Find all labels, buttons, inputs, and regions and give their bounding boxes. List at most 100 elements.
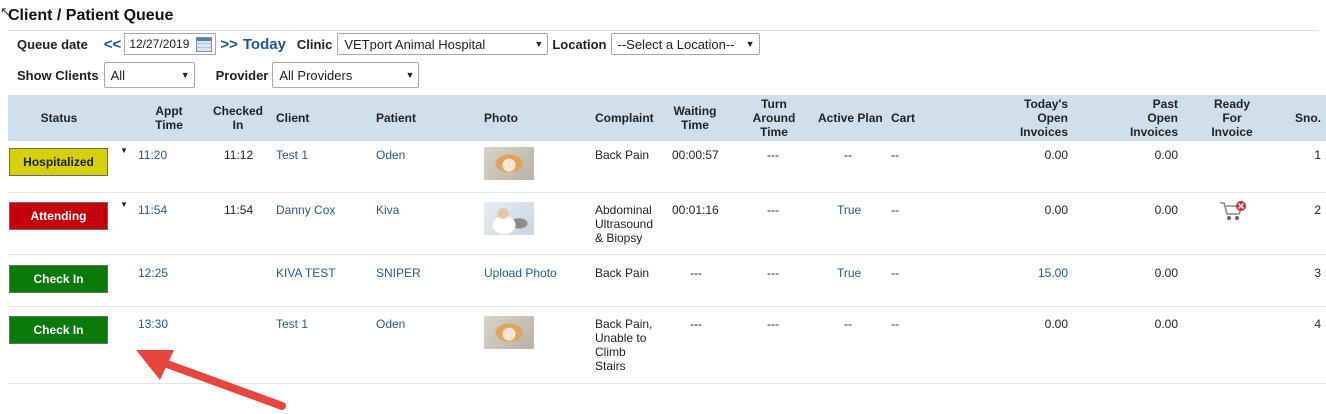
serial-number: 1 (1314, 148, 1321, 162)
complaint-text: Back Pain (595, 266, 650, 280)
filter-row-date: Queue date << 12/27/2019 >> Today Clinic… (17, 32, 760, 56)
client-link[interactable]: Danny Cox (276, 203, 335, 217)
patient-photo[interactable] (484, 147, 534, 180)
patient-link[interactable]: Oden (376, 148, 405, 162)
header-checked-in[interactable]: Checked In (208, 95, 268, 141)
past-open-invoice-value: 0.00 (1154, 266, 1178, 280)
show-clients-select[interactable]: All ▼ (103, 62, 195, 88)
cart-remove-icon[interactable] (1219, 200, 1247, 222)
dog-photo-image (484, 147, 534, 180)
patient-link[interactable]: Kiva (376, 203, 399, 217)
header-todays-open-invoices[interactable]: Today's Open Invoices (988, 95, 1068, 141)
status-dropdown-arrow-icon[interactable]: ▼ (120, 200, 128, 209)
table-row: Attending ▼ 11:54 11:54 Danny Cox Kiva A… (8, 192, 1326, 255)
turn-around-time: --- (767, 148, 779, 162)
table-row: Check In 12:25 KIVA TEST SNIPER Upload P… (8, 254, 1326, 307)
previous-day-link[interactable]: << (104, 36, 122, 53)
todays-open-invoice-value: 0.00 (1044, 317, 1068, 331)
status-dropdown-arrow-icon[interactable]: ▼ (120, 146, 128, 155)
waiting-time: --- (690, 317, 702, 331)
cart-value: -- (891, 148, 899, 162)
header-waiting-time[interactable]: Waiting Time (664, 95, 726, 141)
provider-select-value: All Providers (279, 67, 353, 83)
appt-time-link[interactable]: 11:54 (138, 203, 167, 217)
header-complaint[interactable]: Complaint (595, 95, 654, 141)
status-hospitalized-button[interactable]: Hospitalized (9, 148, 108, 176)
turn-around-time: --- (767, 203, 779, 217)
location-label: Location (552, 36, 607, 52)
header-patient[interactable]: Patient (376, 95, 416, 141)
table-header: Status Appt Time Checked In Client Patient… (8, 95, 1326, 141)
provider-label: Provider (215, 67, 269, 83)
checked-in-time: 11:12 (224, 148, 254, 162)
clinic-label: Clinic (296, 36, 333, 52)
waiting-time: 00:00:57 (672, 148, 719, 162)
header-photo: Photo (484, 111, 518, 125)
calendar-icon[interactable] (196, 36, 213, 52)
cart-value: -- (891, 203, 899, 217)
past-open-invoice-value: 0.00 (1154, 317, 1178, 331)
appt-time-link[interactable]: 13:30 (138, 317, 168, 331)
active-plan-link[interactable]: True (837, 266, 861, 280)
patient-link[interactable]: SNIPER (376, 266, 421, 280)
turn-around-time: --- (767, 266, 779, 280)
header-cart: Cart (891, 111, 916, 125)
header-appt-time[interactable]: Appt Time (142, 95, 196, 141)
client-link[interactable]: Test 1 (276, 148, 308, 162)
todays-open-invoice-value: 0.00 (1044, 203, 1068, 217)
header-active-plan[interactable]: Active Plan (818, 95, 883, 141)
todays-open-invoice-link[interactable]: 15.00 (1023, 266, 1068, 280)
provider-select[interactable]: All Providers ▼ (272, 62, 420, 88)
complaint-text: Back Pain, Unable to Climb Stairs (595, 317, 653, 373)
appt-time-link[interactable]: 11:20 (138, 148, 167, 162)
filter-row-clients: Show Clients All ▼ Provider All Provider… (17, 62, 420, 88)
past-open-invoice-value: 0.00 (1154, 203, 1178, 217)
cart-value: -- (891, 317, 899, 331)
serial-number: 4 (1314, 317, 1321, 331)
header-turn-around-time[interactable]: Turn Around Time (743, 95, 805, 141)
upload-photo-link[interactable]: Upload Photo (484, 266, 557, 280)
client-link[interactable]: KIVA TEST (276, 266, 336, 280)
title-divider (8, 30, 1318, 31)
appt-time-link[interactable]: 12:25 (138, 266, 168, 280)
active-plan-value: -- (844, 317, 852, 331)
queue-date-input[interactable]: 12/27/2019 (124, 33, 217, 55)
serial-number: 3 (1314, 266, 1321, 280)
patient-link[interactable]: Oden (376, 317, 405, 331)
clinic-select[interactable]: VETport Animal Hospital ▼ (337, 33, 549, 55)
header-status[interactable]: Status (8, 95, 110, 141)
show-clients-value: All (110, 67, 126, 83)
header-ready-for-invoice[interactable]: Ready For Invoice (1205, 95, 1259, 141)
show-clients-label: Show Clients (17, 67, 99, 83)
annotation-arrow-shaft (152, 356, 286, 410)
header-sno[interactable]: Sno. (1268, 95, 1321, 141)
dog-photo-image (484, 316, 534, 349)
todays-open-invoice-value: 0.00 (1044, 148, 1068, 162)
chevron-down-icon: ▼ (534, 39, 544, 49)
chevron-down-icon: ▼ (745, 39, 755, 49)
annotation-arrow-icon (136, 350, 286, 410)
vet-photo-image (484, 202, 534, 235)
location-select-value: --Select a Location-- (617, 36, 735, 52)
status-check-in-button[interactable]: Check In (9, 265, 108, 293)
chevron-down-icon: ▼ (180, 70, 190, 80)
header-client[interactable]: Client (276, 95, 309, 141)
active-plan-link[interactable]: True (837, 203, 861, 217)
waiting-time: --- (690, 266, 702, 280)
today-link[interactable]: Today (243, 36, 286, 53)
next-day-link[interactable]: >> (220, 36, 238, 53)
location-select[interactable]: --Select a Location-- ▼ (610, 33, 760, 55)
patient-photo[interactable] (484, 202, 534, 235)
status-check-in-button[interactable]: Check In (9, 316, 108, 344)
client-link[interactable]: Test 1 (276, 317, 308, 331)
complaint-text: Back Pain (595, 148, 650, 162)
patient-photo[interactable] (484, 316, 534, 349)
serial-number: 2 (1314, 203, 1321, 217)
status-attending-button[interactable]: Attending (9, 202, 108, 230)
page-title: Client / Patient Queue (8, 7, 174, 24)
header-past-open-invoices[interactable]: Past Open Invoices (1098, 95, 1178, 141)
clinic-select-value: VETport Animal Hospital (344, 36, 486, 52)
waiting-time: 00:01:16 (672, 203, 719, 217)
turn-around-time: --- (767, 317, 779, 331)
queue-date-label: Queue date (17, 36, 88, 52)
